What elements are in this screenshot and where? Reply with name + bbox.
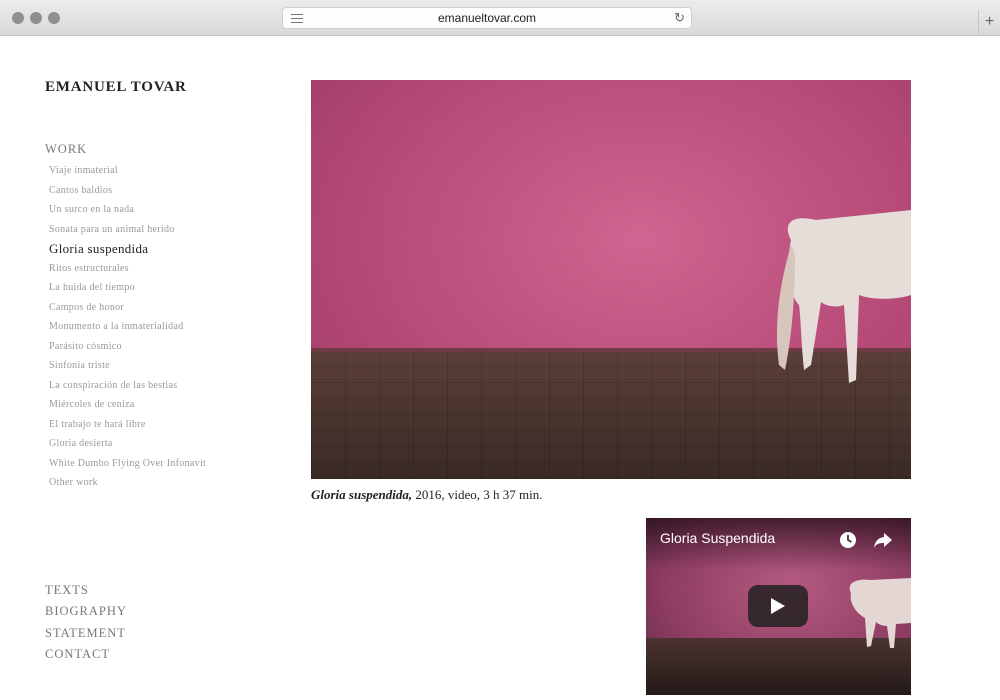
work-item[interactable]: White Dumbo Flying Over Infonavit <box>49 457 206 477</box>
reader-view-icon[interactable] <box>291 14 303 23</box>
work-list: Viaje inmaterial Cantos baldíos Un surco e… <box>49 164 206 496</box>
nav-item-texts[interactable]: TEXTS <box>45 583 127 604</box>
new-tab-button[interactable]: + <box>978 10 1000 36</box>
work-item[interactable]: Other work <box>49 476 206 496</box>
address-bar[interactable]: emanueltovar.com ↻ <box>282 7 692 29</box>
zoom-window-button[interactable] <box>48 12 60 24</box>
work-item[interactable]: Un surco en la nada <box>49 203 206 223</box>
nav-work-heading[interactable]: WORK <box>45 142 87 157</box>
work-item[interactable]: Parásito cósmico <box>49 340 206 360</box>
work-item[interactable]: Ritos estructurales <box>49 262 206 282</box>
horse-figure <box>776 210 911 383</box>
close-window-button[interactable] <box>12 12 24 24</box>
work-item[interactable]: Sinfonía triste <box>49 359 206 379</box>
clock-icon[interactable] <box>839 531 857 549</box>
artwork-caption: Gloria suspendida, 2016, video, 3 h 37 m… <box>311 487 543 503</box>
work-item[interactable]: Gloria suspendida <box>49 242 206 262</box>
nav-item-statement[interactable]: STATEMENT <box>45 626 127 647</box>
work-item[interactable]: Viaje inmaterial <box>49 164 206 184</box>
work-item[interactable]: El trabajo te hará libre <box>49 418 206 438</box>
work-item[interactable]: La huida del tiempo <box>49 281 206 301</box>
work-item[interactable]: Sonata para un animal herido <box>49 223 206 243</box>
work-item[interactable]: Cantos baldíos <box>49 184 206 204</box>
reload-icon[interactable]: ↻ <box>674 8 685 28</box>
minimize-window-button[interactable] <box>30 12 42 24</box>
browser-toolbar: emanueltovar.com ↻ + <box>0 0 1000 36</box>
caption-details: 2016, video, 3 h 37 min. <box>412 487 543 502</box>
video-title[interactable]: Gloria Suspendida <box>660 530 775 546</box>
caption-title: Gloria suspendida, <box>311 487 413 502</box>
work-item[interactable]: Campos de honor <box>49 301 206 321</box>
work-item[interactable]: Monumento a la inmaterialidad <box>49 320 206 340</box>
bottom-nav: TEXTS BIOGRAPHY STATEMENT CONTACT <box>45 583 127 668</box>
nav-item-biography[interactable]: BIOGRAPHY <box>45 604 127 625</box>
url-text: emanueltovar.com <box>437 11 537 25</box>
share-icon[interactable] <box>873 531 893 549</box>
play-button[interactable] <box>748 585 808 627</box>
play-icon <box>771 598 785 614</box>
work-item[interactable]: La conspiración de las bestias <box>49 379 206 399</box>
work-item[interactable]: Gloria desierta <box>49 437 206 457</box>
site-title[interactable]: EMANUEL TOVAR <box>45 79 187 96</box>
work-item[interactable]: Miércoles de ceniza <box>49 398 206 418</box>
artwork-image <box>311 80 911 479</box>
video-embed[interactable]: Gloria Suspendida <box>646 518 911 695</box>
nav-item-contact[interactable]: CONTACT <box>45 647 127 668</box>
